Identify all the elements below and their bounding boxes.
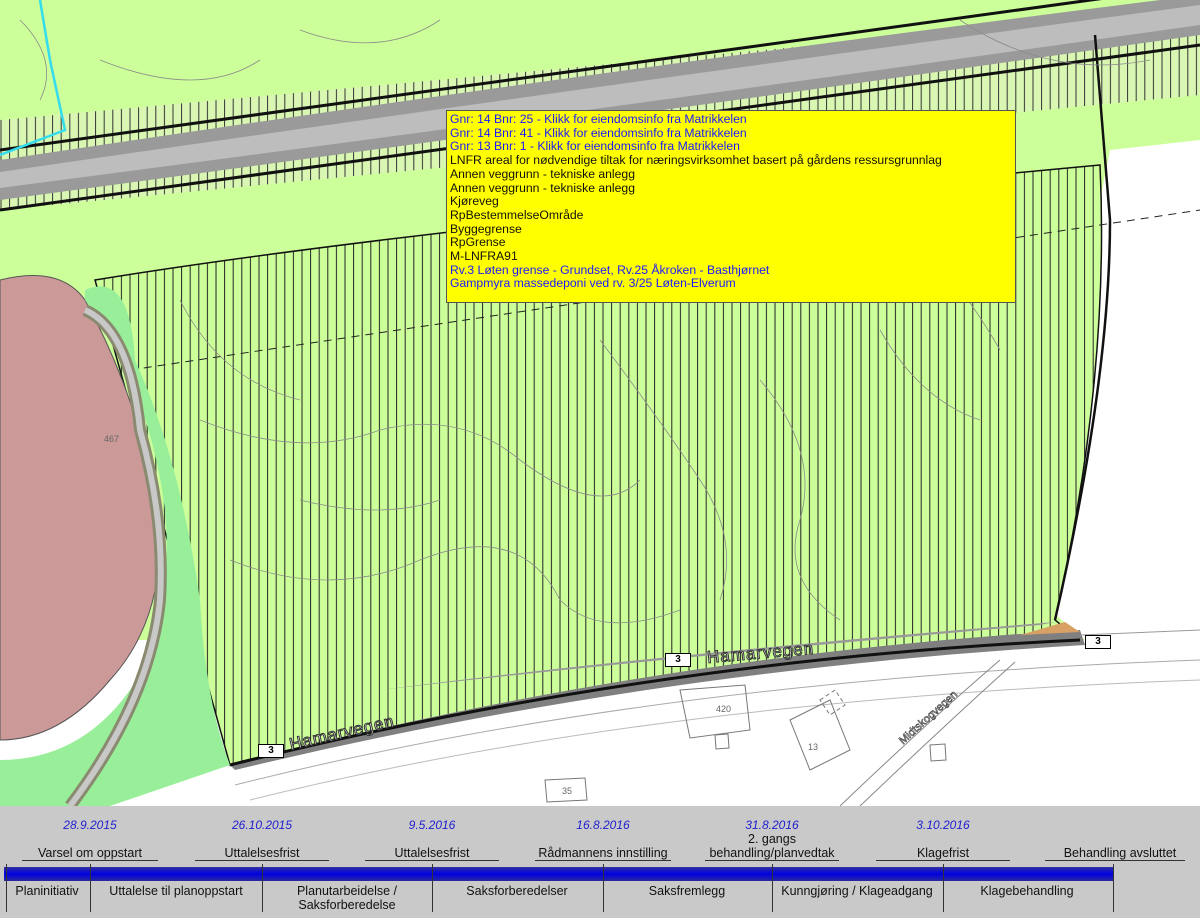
phase-saksfremlegg: Saksfremlegg [648, 884, 726, 898]
date-2: 26.10.2015 [231, 818, 293, 832]
date-6: 3.10.2016 [916, 818, 970, 832]
popup-text-3: LNFR areal for nødvendige tiltak for nær… [450, 153, 942, 168]
milestone-2-gangs-behandling: 2. gangs behandling/planvedtak [709, 832, 834, 860]
milestone-underline-2 [195, 860, 329, 861]
building-number-467: 467 [104, 434, 120, 444]
date-4: 16.8.2016 [576, 818, 630, 832]
popup-text-7: RpBestemmelseOmråde [450, 207, 584, 222]
phase-divider-8 [1113, 864, 1114, 912]
popup-text-4: Annen veggrunn - tekniske anlegg [450, 166, 635, 181]
road-midtskogvegen-2 [859, 661, 1016, 806]
phase-divider-1 [6, 864, 7, 912]
popup-text-5: Annen veggrunn - tekniske anlegg [450, 180, 635, 195]
building-number-35: 35 [562, 786, 573, 796]
phase-divider-6 [772, 864, 773, 912]
popup-text-10: M-LNFRA91 [450, 249, 518, 264]
popup-link-1[interactable]: Gnr: 14 Bnr: 41 - Klikk for eiendomsinfo… [450, 126, 1012, 141]
popup-text-8: Byggegrense [450, 221, 522, 236]
road-shield-3-center: 3 [665, 653, 691, 667]
road-shield-3-left: 3 [258, 744, 284, 758]
popup-text-9: RpGrense [450, 235, 506, 250]
map-view[interactable]: Gnr: 14 Bnr: 25 - Klikk for eiendomsinfo… [0, 0, 1200, 806]
phase-klagebehandling: Klagebehandling [980, 884, 1074, 898]
phase-divider-7 [943, 864, 944, 912]
phase-planutarbeidelse-line2: Saksforberedelse [298, 898, 396, 912]
milestone-uttalelsesfrist-2: Uttalelsesfrist [394, 846, 470, 860]
date-5: 31.8.2016 [745, 818, 799, 832]
milestone-underline-6 [876, 860, 1010, 861]
milestone-uttalelsesfrist-1: Uttalelsesfrist [224, 846, 300, 860]
timeline-progress-bar [4, 867, 1114, 881]
popup-link-12[interactable]: Gampmyra massedeponi ved rv. 3/25 Løten-… [450, 277, 1012, 291]
phase-planutarbeidelse: Planutarbeidelse / Saksforberedelse [297, 884, 397, 912]
phase-saksforberedelser: Saksforberedelser [466, 884, 568, 898]
buildings [544, 684, 947, 803]
phase-divider-4 [432, 864, 433, 912]
milestone-varsel-om-oppstart: Varsel om oppstart [38, 846, 142, 860]
milestone-2-gangs-line2: behandling/planvedtak [709, 846, 835, 860]
building-number-13: 13 [808, 742, 819, 752]
milestone-underline-5 [705, 860, 839, 861]
feature-info-popup: Gnr: 14 Bnr: 25 - Klikk for eiendomsinfo… [446, 110, 1016, 303]
milestone-klagefrist: Klagefrist [916, 846, 970, 860]
popup-link-0[interactable]: Gnr: 14 Bnr: 25 - Klikk for eiendomsinfo… [450, 112, 1012, 127]
plan-process-timeline: 28.9.2015 26.10.2015 9.5.2016 16.8.2016 … [0, 806, 1200, 918]
milestone-radmannens-innstilling: Rådmannens innstilling [538, 846, 668, 860]
date-1: 28.9.2015 [63, 818, 117, 832]
road-shield-3-right: 3 [1085, 635, 1111, 649]
phase-uttalelse-til-planoppstart: Uttalelse til planoppstart [109, 884, 243, 898]
milestone-underline-4 [535, 860, 671, 861]
milestone-underline-1 [22, 860, 158, 861]
popup-link-2[interactable]: Gnr: 13 Bnr: 1 - Klikk for eiendomsinfo … [450, 140, 1012, 154]
phase-planinitiativ: Planinitiativ [15, 884, 79, 898]
milestone-underline-3 [365, 860, 499, 861]
phase-divider-5 [603, 864, 604, 912]
popup-link-11[interactable]: Rv.3 Løten grense - Grundset, Rv.25 Åkro… [450, 263, 1012, 278]
milestone-underline-7 [1045, 860, 1185, 861]
date-3: 9.5.2016 [408, 818, 456, 832]
milestone-behandling-avsluttet: Behandling avsluttet [1063, 846, 1177, 860]
phase-divider-2 [90, 864, 91, 912]
milestone-2-gangs-line1: 2. gangs [748, 832, 796, 846]
phase-kunngjoring-klageadgang: Kunngjøring / Klageadgang [781, 884, 933, 898]
phase-planutarbeidelse-line1: Planutarbeidelse / [296, 884, 398, 898]
building-number-420: 420 [716, 704, 732, 714]
phase-divider-3 [262, 864, 263, 912]
popup-text-6: Kjøreveg [450, 194, 499, 209]
